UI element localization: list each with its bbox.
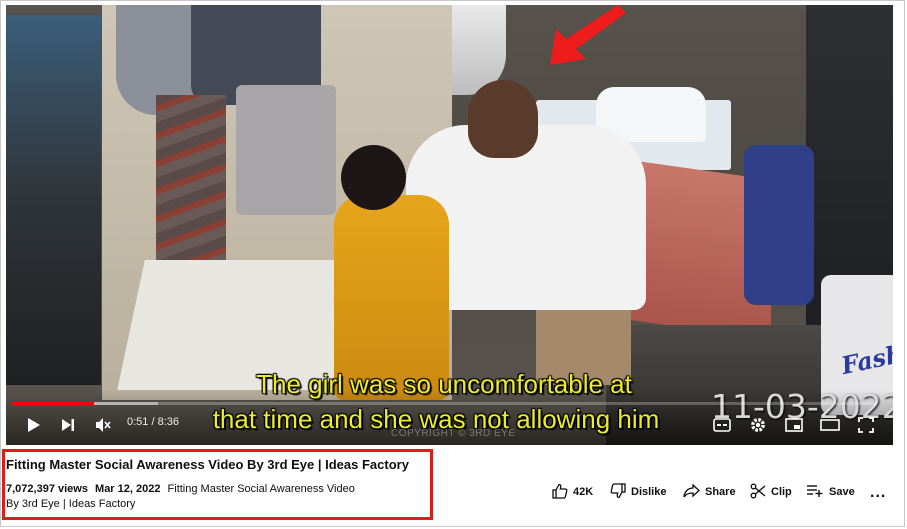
scissors-icon — [750, 483, 771, 502]
upload-date: Mar 12, 2022 — [95, 483, 161, 495]
video-girl-head — [341, 145, 406, 210]
video-man-head — [468, 80, 538, 158]
thumbs-up-icon — [552, 483, 573, 502]
theater-mode-button[interactable] — [820, 412, 840, 438]
progress-played — [11, 402, 95, 405]
play-button[interactable] — [24, 412, 44, 438]
view-count: 7,072,397 views — [6, 483, 88, 495]
description-snippet[interactable]: Fitting Master Social Awareness Video — [168, 483, 355, 495]
mute-button[interactable] — [93, 412, 113, 438]
like-button[interactable]: 42K — [552, 482, 593, 502]
dislike-button[interactable]: Dislike — [610, 482, 666, 502]
video-player[interactable]: Fash The girl was so uncomfortable at th… — [6, 5, 893, 445]
channel-line[interactable]: By 3rd Eye | Ideas Factory — [6, 498, 135, 510]
thumbs-down-icon — [610, 482, 631, 502]
video-hanging-cloth — [156, 95, 226, 265]
share-label: Share — [705, 486, 736, 498]
next-button[interactable] — [58, 412, 78, 438]
share-icon — [683, 483, 705, 501]
more-icon: ... — [870, 484, 887, 501]
video-meta: 7,072,397 views Mar 12, 2022 Fitting Mas… — [6, 483, 359, 495]
miniplayer-button[interactable] — [784, 412, 804, 438]
like-count: 42K — [573, 486, 594, 498]
progress-bar[interactable] — [11, 402, 877, 405]
copyright-watermark: COPYRIGHT © 3RD EYE — [391, 428, 516, 439]
video-title: Fitting Master Social Awareness Video By… — [6, 457, 409, 472]
add-to-playlist-icon — [806, 484, 829, 501]
play-icon — [27, 417, 41, 433]
caption-line-1: The girl was so uncomfortable at — [256, 369, 632, 399]
red-arrow-annotation — [550, 5, 626, 65]
time-display: 0:51 / 8:36 — [127, 416, 179, 428]
video-left-clothes — [6, 15, 101, 385]
subtitles-button[interactable] — [712, 412, 732, 438]
save-label: Save — [829, 486, 855, 498]
video-right-cloth — [744, 145, 814, 305]
next-icon — [61, 418, 75, 432]
clip-label: Clip — [771, 486, 792, 498]
settings-icon — [749, 416, 767, 434]
save-button[interactable]: Save — [806, 482, 855, 502]
subtitles-icon — [713, 418, 731, 432]
mute-icon — [95, 417, 111, 433]
more-actions-button[interactable]: ... — [870, 484, 886, 502]
dislike-label: Dislike — [631, 486, 667, 498]
theater-icon — [820, 419, 840, 431]
miniplayer-icon — [785, 418, 803, 432]
clip-button[interactable]: Clip — [750, 482, 792, 502]
fullscreen-button[interactable] — [856, 412, 876, 438]
fullscreen-icon — [858, 417, 874, 433]
share-button[interactable]: Share — [683, 482, 736, 502]
settings-button[interactable] — [748, 412, 768, 438]
video-hanging-cloth — [236, 85, 336, 215]
